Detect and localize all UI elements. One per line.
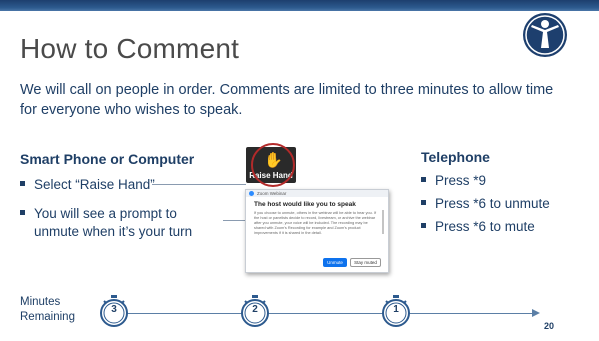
bullet-icon: [421, 200, 426, 205]
bullet-prompt: You will see a prompt to unmute when it’…: [20, 205, 192, 241]
minutes-label-line1: Minutes: [20, 296, 61, 308]
bullet-press-6-unmute: Press *6 to unmute: [421, 195, 550, 213]
dialog-titlebar: Zoom Webinar: [246, 190, 388, 197]
zoom-logo-icon: [249, 191, 254, 196]
unmute-dialog: Zoom Webinar The host would like you to …: [245, 189, 389, 273]
bullet-text: Select “Raise Hand”: [34, 177, 155, 192]
bullet-icon: [421, 223, 426, 228]
bullet-icon: [20, 210, 25, 215]
dialog-app-name: Zoom Webinar: [257, 191, 287, 196]
intro-text: We will call on people in order. Comment…: [20, 82, 554, 118]
stay-muted-button[interactable]: Stay muted: [350, 258, 381, 267]
dialog-title: The host would like you to speak: [254, 201, 356, 208]
minutes-label-line2: Remaining: [20, 311, 75, 323]
bullet-raise-hand: Select “Raise Hand”: [20, 176, 155, 194]
stopwatch-3: 3: [99, 294, 129, 330]
page-title: How to Comment: [20, 33, 240, 64]
timer-number: 1: [393, 304, 399, 315]
timeline-arrow-icon: [532, 309, 540, 317]
timeline-line: [113, 313, 533, 314]
bullet-press-9: Press *9: [421, 172, 486, 190]
bullet-icon: [421, 177, 426, 182]
bullet-press-6-mute: Press *6 to mute: [421, 218, 535, 236]
dialog-body: If you choose to unmute, others in the w…: [254, 211, 376, 235]
bullet-text: You will see a prompt to: [34, 206, 177, 221]
header-bar: [0, 0, 599, 11]
telephone-heading: Telephone: [421, 149, 490, 165]
person-logo-icon: [523, 13, 567, 57]
page-number: 20: [544, 321, 555, 331]
bullet-text: Press *6 to mute: [435, 219, 535, 234]
smart-phone-heading: Smart Phone or Computer: [20, 151, 195, 167]
raise-hand-connector: [152, 184, 246, 185]
minutes-remaining-label: Minutes Remaining: [20, 295, 75, 325]
unmute-button[interactable]: Unmute: [323, 258, 347, 267]
stopwatch-1: 1: [381, 294, 411, 330]
dialog-scrollbar[interactable]: [382, 210, 384, 234]
prompt-connector: [223, 220, 245, 221]
highlight-circle: [251, 143, 295, 187]
bullet-text: Press *6 to unmute: [435, 196, 550, 211]
stopwatch-2: 2: [240, 294, 270, 330]
bullet-text-continued: unmute when it’s your turn: [34, 224, 193, 239]
bullet-icon: [20, 181, 25, 186]
timer-number: 2: [252, 304, 258, 315]
timer-number: 3: [111, 304, 117, 315]
bullet-text: Press *9: [435, 173, 487, 188]
